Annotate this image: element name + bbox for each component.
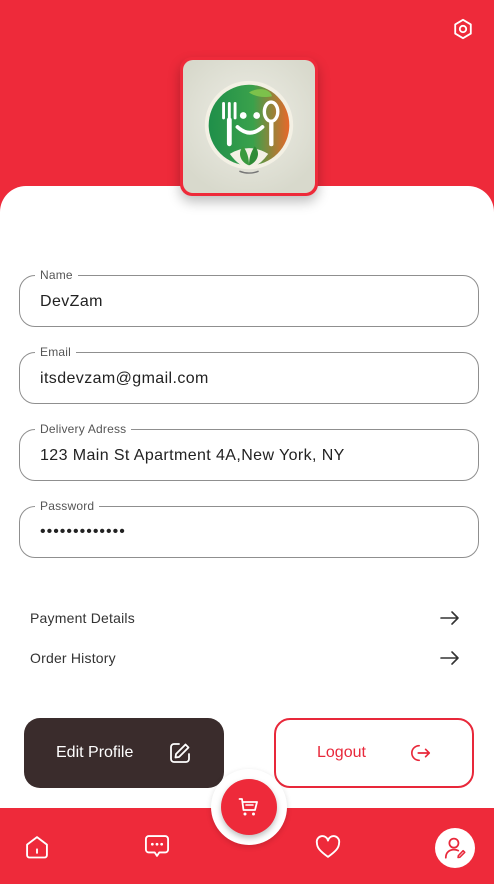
password-field[interactable]: Password ••••••••••••• bbox=[19, 499, 479, 558]
edit-profile-button[interactable]: Edit Profile bbox=[24, 718, 224, 788]
settings-button[interactable] bbox=[452, 18, 474, 40]
edit-profile-label: Edit Profile bbox=[56, 744, 134, 761]
logout-label: Logout bbox=[317, 744, 366, 761]
smiley-fork-spoon-leaf-logo bbox=[204, 80, 294, 174]
nav-chat-button[interactable] bbox=[142, 831, 172, 861]
email-field[interactable]: Email itsdevzam@gmail.com bbox=[19, 345, 479, 404]
password-input[interactable]: ••••••••••••• bbox=[40, 522, 126, 542]
chat-icon bbox=[144, 835, 170, 857]
order-history-row[interactable]: Order History bbox=[30, 646, 460, 670]
nav-home-button[interactable] bbox=[22, 832, 52, 862]
payment-details-row[interactable]: Payment Details bbox=[30, 606, 460, 630]
name-label: Name bbox=[35, 268, 78, 282]
logout-button[interactable]: Logout bbox=[274, 718, 474, 788]
payment-details-label: Payment Details bbox=[30, 610, 135, 626]
email-input[interactable]: itsdevzam@gmail.com bbox=[40, 369, 209, 389]
order-history-label: Order History bbox=[30, 650, 116, 666]
arrow-right-icon bbox=[440, 611, 459, 625]
address-label: Delivery Adress bbox=[35, 422, 132, 436]
address-field[interactable]: Delivery Adress 123 Main St Apartment 4A… bbox=[19, 422, 479, 481]
nav-profile-button[interactable] bbox=[435, 828, 475, 868]
logout-icon bbox=[411, 744, 431, 762]
home-icon bbox=[26, 836, 48, 859]
app-logo bbox=[180, 57, 318, 196]
nav-favorites-button[interactable] bbox=[313, 832, 343, 862]
address-input[interactable]: 123 Main St Apartment 4A,New York, NY bbox=[40, 446, 345, 466]
heart-icon bbox=[315, 835, 341, 858]
email-label: Email bbox=[35, 345, 77, 359]
profile-icon bbox=[444, 837, 466, 859]
name-field[interactable]: Name DevZam bbox=[19, 268, 479, 327]
settings-hexagon-icon bbox=[454, 18, 472, 40]
password-label: Password bbox=[35, 499, 100, 513]
name-input[interactable]: DevZam bbox=[40, 292, 103, 312]
arrow-right-icon bbox=[440, 651, 459, 665]
nav-cart-button[interactable] bbox=[221, 779, 277, 835]
cart-icon bbox=[238, 798, 258, 816]
edit-icon bbox=[170, 743, 190, 763]
